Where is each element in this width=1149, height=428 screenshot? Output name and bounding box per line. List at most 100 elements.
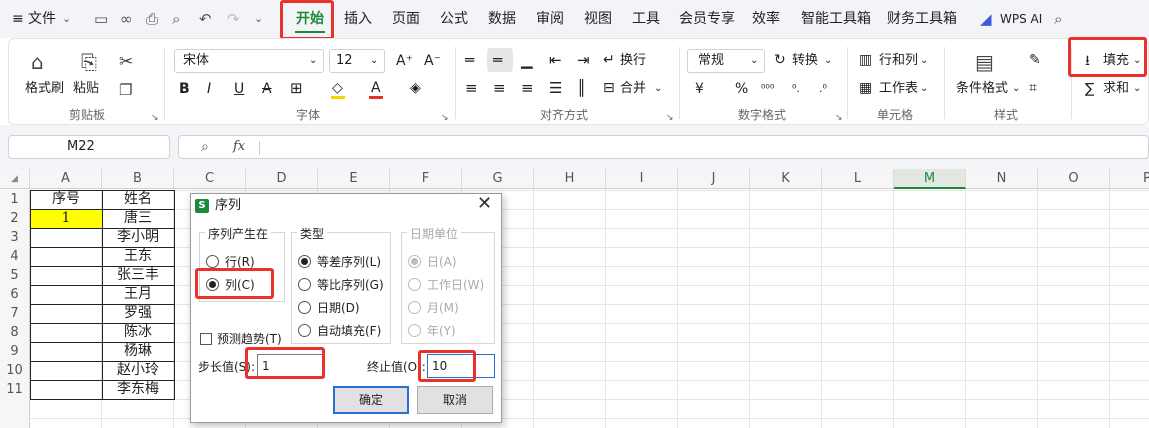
align-right-icon[interactable]: ≡ <box>521 79 534 97</box>
decrease-font-icon[interactable]: A⁻ <box>424 52 441 70</box>
sum-button[interactable]: 求和 <box>1103 80 1129 98</box>
underline-icon[interactable]: U <box>234 80 244 98</box>
column-header[interactable]: H <box>534 169 606 189</box>
redo-icon[interactable]: ↷ <box>227 9 240 29</box>
cell-b8[interactable]: 陈冰 <box>102 323 174 342</box>
column-header[interactable]: B <box>102 169 174 189</box>
month-radio[interactable] <box>408 301 421 314</box>
decrease-indent-icon[interactable]: ⇤ <box>549 51 562 69</box>
cut-icon[interactable]: ✂ <box>119 51 133 73</box>
justify-icon[interactable]: ☰ <box>549 79 562 97</box>
dialog-launcher-icon[interactable]: ↘ <box>835 111 843 125</box>
currency-icon[interactable]: ¥ <box>695 80 704 98</box>
align-bottom-icon[interactable]: ▁ <box>521 51 533 69</box>
thousands-icon[interactable]: ⁰⁰⁰ <box>761 80 774 98</box>
column-header-active[interactable]: M <box>894 169 966 189</box>
cell-b7[interactable]: 罗强 <box>102 304 174 323</box>
linear-radio[interactable] <box>298 255 311 268</box>
rows-cols-button[interactable]: 行和列 <box>879 52 918 70</box>
copy-icon[interactable]: ❐ <box>119 79 132 101</box>
row-header[interactable]: 4 <box>0 247 30 266</box>
column-header[interactable]: N <box>966 169 1038 189</box>
cell-b5[interactable]: 张三丰 <box>102 266 174 285</box>
tab-member[interactable]: 会员专享 <box>679 0 735 38</box>
percent-icon[interactable]: % <box>735 80 748 98</box>
row-header[interactable]: 10 <box>0 361 30 380</box>
tab-page[interactable]: 页面 <box>392 0 420 38</box>
ok-button[interactable]: 确定 <box>333 386 409 414</box>
column-header[interactable]: F <box>390 169 462 189</box>
format-painter-button[interactable]: 格式刷 <box>25 80 64 98</box>
tab-finance-toolbox[interactable]: 财务工具箱 <box>887 0 957 38</box>
paste-button[interactable]: 粘贴 <box>73 80 99 98</box>
tab-tools[interactable]: 工具 <box>632 0 660 38</box>
tab-efficiency[interactable]: 效率 <box>752 0 780 38</box>
close-icon[interactable]: ✕ <box>477 195 492 213</box>
table-style-icon[interactable]: ⌗ <box>1029 79 1037 97</box>
dialog-launcher-icon[interactable]: ↘ <box>441 111 449 125</box>
font-color-icon[interactable]: A <box>371 79 381 97</box>
tab-smart-toolbox[interactable]: 智能工具箱 <box>801 0 871 38</box>
convert-button[interactable]: 转换 <box>792 52 818 70</box>
print-icon[interactable]: ⎙ <box>146 9 158 29</box>
growth-radio[interactable] <box>298 278 311 291</box>
cell-b3[interactable]: 李小明 <box>102 228 174 247</box>
cell-b4[interactable]: 王东 <box>102 247 174 266</box>
row-header[interactable]: 1 <box>0 190 30 209</box>
conditional-format-button[interactable]: 条件格式 <box>956 80 1008 98</box>
row-header[interactable]: 7 <box>0 304 30 323</box>
autofill-radio[interactable] <box>298 324 311 337</box>
chevron-down-icon[interactable]: ⌄ <box>1012 80 1020 98</box>
column-header[interactable]: E <box>318 169 390 189</box>
link-icon[interactable]: ∞ <box>120 9 133 29</box>
cell-style-icon[interactable]: ✎ <box>1029 51 1041 69</box>
row-header[interactable]: 3 <box>0 228 30 247</box>
column-header[interactable]: K <box>750 169 822 189</box>
row-header[interactable]: 6 <box>0 285 30 304</box>
increase-decimal-icon[interactable]: ⁰. <box>792 80 800 98</box>
stop-input[interactable]: 10 <box>427 354 495 378</box>
merge-button[interactable]: 合并 <box>620 80 646 98</box>
search-icon[interactable]: ⌕ <box>1054 9 1062 29</box>
align-middle-icon[interactable]: ═ <box>493 51 502 69</box>
font-name-select[interactable]: 宋体 ⌄ <box>174 49 324 73</box>
print-preview-icon[interactable]: ⌕ <box>172 9 180 29</box>
row-header[interactable]: 8 <box>0 323 30 342</box>
wps-ai-button[interactable]: WPS AI <box>1000 0 1042 38</box>
column-header[interactable]: D <box>246 169 318 189</box>
cell-b10[interactable]: 赵小玲 <box>102 361 174 380</box>
row-header[interactable]: 11 <box>0 380 30 399</box>
row-header[interactable]: 2 <box>0 209 30 228</box>
file-menu[interactable]: 文件 <box>28 0 56 38</box>
bold-icon[interactable]: B <box>179 80 190 98</box>
cols-radio[interactable] <box>206 278 219 291</box>
align-center-icon[interactable]: ≡ <box>493 79 506 97</box>
column-header[interactable]: I <box>606 169 678 189</box>
cell-a1[interactable]: 序号 <box>30 190 102 209</box>
chevron-down-icon[interactable]: ⌄ <box>920 52 928 70</box>
step-input[interactable]: 1 <box>257 354 325 378</box>
cell-b6[interactable]: 王月 <box>102 285 174 304</box>
date-radio[interactable] <box>298 301 311 314</box>
tab-data[interactable]: 数据 <box>488 0 516 38</box>
column-header[interactable]: O <box>1038 169 1110 189</box>
increase-indent-icon[interactable]: ⇥ <box>577 51 590 69</box>
column-header[interactable]: J <box>678 169 750 189</box>
zoom-icon[interactable]: ⌕ <box>201 138 209 156</box>
day-radio[interactable] <box>408 255 421 268</box>
hamburger-icon[interactable]: ≡ <box>12 0 24 38</box>
sheet-button[interactable]: 工作表 <box>879 80 918 98</box>
distributed-icon[interactable]: ║ <box>577 79 586 97</box>
column-header[interactable]: A <box>30 169 102 189</box>
formula-input[interactable]: ⌕ fx <box>178 135 1149 159</box>
chevron-down-icon[interactable]: ⌄ <box>1133 52 1141 70</box>
tab-review[interactable]: 审阅 <box>536 0 564 38</box>
tab-insert[interactable]: 插入 <box>344 0 372 38</box>
fill-button[interactable]: 填充 <box>1103 52 1129 70</box>
chevron-down-icon[interactable]: ⌄ <box>654 80 662 98</box>
more-icon[interactable]: ⌄ <box>254 9 263 29</box>
name-box[interactable]: M22 <box>8 135 170 159</box>
undo-icon[interactable]: ↶ <box>199 9 212 29</box>
fx-icon[interactable]: fx <box>233 138 245 156</box>
cell-b9[interactable]: 杨琳 <box>102 342 174 361</box>
